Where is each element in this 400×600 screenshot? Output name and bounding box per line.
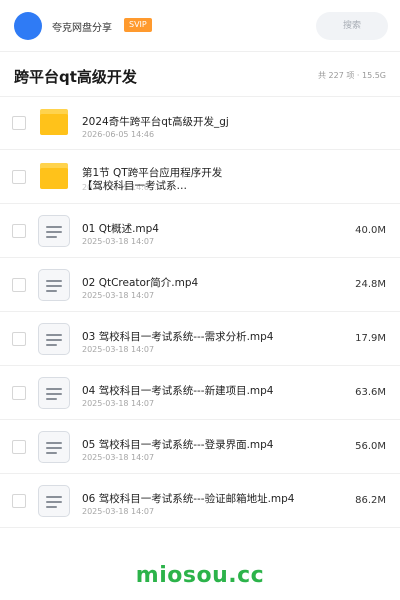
select-checkbox[interactable]: [12, 494, 26, 508]
item-name: 06 驾校科目一考试系统---验证邮箱地址.mp4: [82, 493, 295, 505]
site-name[interactable]: 夸克网盘分享: [52, 19, 112, 34]
list-item[interactable]: 05 驾校科目一考试系统---登录界面.mp4 2025-03-18 14:07…: [0, 420, 400, 474]
item-name: 04 驾校科目一考试系统---新建项目.mp4: [82, 385, 274, 397]
svip-badge: SVIP: [124, 18, 152, 32]
watermark-text: miosou.cc: [135, 563, 265, 588]
item-size: 63.6M: [355, 387, 386, 398]
item-date: 2025-03-18 14:07: [82, 507, 155, 516]
item-date: 2025-03-18 14:07: [82, 453, 155, 462]
list-item[interactable]: 2026-06-05 14:0… 第1节 QT跨平台应用程序开发【驾校科目一考试…: [0, 150, 400, 204]
item-name: 02 QtCreator简介.mp4: [82, 277, 199, 289]
item-date: 2025-03-18 14:07: [82, 399, 155, 408]
item-name: 第1节 QT跨平台应用程序开发【驾校科目一考试系…: [82, 167, 223, 192]
select-checkbox[interactable]: [12, 170, 26, 184]
folder-icon: [40, 163, 68, 189]
list-item[interactable]: 02 QtCreator简介.mp4 2025-03-18 14:07 24.8…: [0, 258, 400, 312]
avatar[interactable]: [14, 12, 42, 40]
folder-title-bar: 跨平台qt高级开发 共 227 项 · 15.5G: [0, 52, 400, 97]
video-file-icon: [38, 269, 70, 301]
item-name: 2024奇牛跨平台qt高级开发_gj: [82, 116, 229, 128]
video-file-icon: [38, 323, 70, 355]
item-size: 40.0M: [355, 225, 386, 236]
list-item[interactable]: 06 驾校科目一考试系统---验证邮箱地址.mp4 2025-03-18 14:…: [0, 474, 400, 528]
item-name: 03 驾校科目一考试系统---需求分析.mp4: [82, 331, 274, 343]
item-name: 05 驾校科目一考试系统---登录界面.mp4: [82, 439, 274, 451]
select-checkbox[interactable]: [12, 278, 26, 292]
item-size: 56.0M: [355, 441, 386, 452]
select-checkbox[interactable]: [12, 332, 26, 346]
item-size: 86.2M: [355, 495, 386, 506]
item-date: 2025-03-18 14:07: [82, 291, 155, 300]
item-date: 2025-03-18 14:07: [82, 345, 155, 354]
list-item[interactable]: 03 驾校科目一考试系统---需求分析.mp4 2025-03-18 14:07…: [0, 312, 400, 366]
video-file-icon: [38, 485, 70, 517]
list-item[interactable]: 2024奇牛跨平台qt高级开发_gj 2026-06-05 14:46: [0, 97, 400, 150]
video-file-icon: [38, 377, 70, 409]
select-checkbox[interactable]: [12, 224, 26, 238]
item-name: 01 Qt概述.mp4: [82, 223, 159, 235]
page-title: 跨平台qt高级开发: [14, 68, 137, 86]
select-checkbox[interactable]: [12, 386, 26, 400]
item-size: 24.8M: [355, 279, 386, 290]
select-checkbox[interactable]: [12, 116, 26, 130]
list-item[interactable]: 04 驾校科目一考试系统---新建项目.mp4 2025-03-18 14:07…: [0, 366, 400, 420]
item-size: 17.9M: [355, 333, 386, 344]
item-summary: 共 227 项 · 15.5G: [318, 71, 386, 80]
top-header: 夸克网盘分享 SVIP 搜索: [0, 0, 400, 52]
list-item[interactable]: 01 Qt概述.mp4 2025-03-18 14:07 40.0M: [0, 204, 400, 258]
folder-icon: [40, 109, 68, 135]
search-button[interactable]: 搜索: [316, 12, 388, 40]
item-date: 2025-03-18 14:07: [82, 237, 155, 246]
select-checkbox[interactable]: [12, 440, 26, 454]
video-file-icon: [38, 431, 70, 463]
video-file-icon: [38, 215, 70, 247]
item-date: 2026-06-05 14:46: [82, 130, 155, 139]
